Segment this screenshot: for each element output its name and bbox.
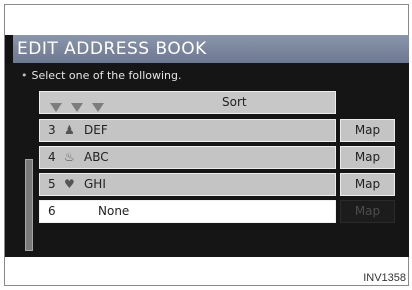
- down-arrow-icon: [50, 103, 62, 112]
- down-arrow-icon: [92, 103, 105, 112]
- sort-arrows: [50, 97, 108, 116]
- address-entry-row[interactable]: 5 ♥ GHI: [39, 173, 336, 196]
- title-bar: EDIT ADDRESS BOOK: [5, 35, 409, 63]
- car-icon: ♨: [64, 150, 75, 164]
- entry-number: 3: [48, 123, 56, 137]
- down-arrow-icon: [71, 103, 84, 112]
- entry-name: ABC: [84, 150, 109, 164]
- address-entry-row-selected[interactable]: 6 None: [39, 200, 336, 223]
- entry-number: 4: [48, 150, 56, 164]
- map-button[interactable]: Map: [340, 173, 395, 196]
- map-button-disabled: Map: [340, 200, 395, 223]
- entry-name: DEF: [84, 123, 108, 137]
- entry-number: 6: [48, 204, 56, 218]
- sort-button[interactable]: Sort: [39, 91, 336, 114]
- address-entry-row[interactable]: 4 ♨ ABC: [39, 146, 336, 169]
- list-scrollbar[interactable]: [25, 159, 33, 251]
- title-accent: [5, 35, 13, 63]
- nav-screen: EDIT ADDRESS BOOK • Select one of the fol…: [5, 35, 409, 257]
- figure-caption: INV1358: [363, 272, 406, 284]
- address-entry-row[interactable]: 3 ♟ DEF: [39, 119, 336, 142]
- instruction-text: • Select one of the following.: [21, 69, 182, 82]
- map-button[interactable]: Map: [340, 146, 395, 169]
- entry-number: 5: [48, 177, 56, 191]
- instruction-label: Select one of the following.: [31, 69, 182, 82]
- page-title: EDIT ADDRESS BOOK: [17, 39, 207, 59]
- person-icon: ♟: [64, 123, 75, 137]
- entry-name: GHI: [84, 177, 106, 191]
- bullet-icon: •: [21, 69, 28, 82]
- heart-icon: ♥: [64, 177, 75, 191]
- sort-label: Sort: [222, 95, 247, 109]
- entry-name: None: [98, 204, 130, 218]
- map-button[interactable]: Map: [340, 119, 395, 142]
